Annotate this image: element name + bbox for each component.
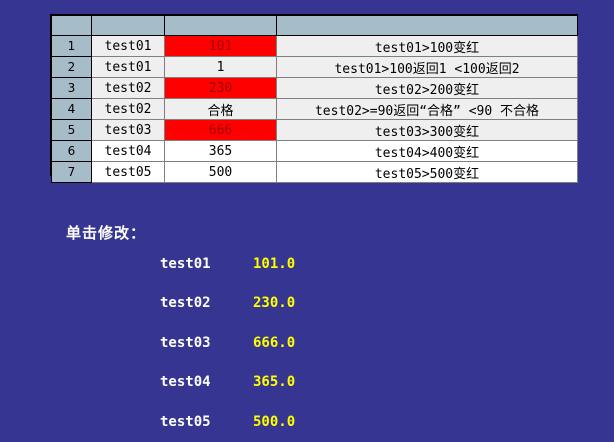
value-cell[interactable]: 500 bbox=[164, 161, 277, 183]
name-cell[interactable]: test02 bbox=[91, 98, 165, 120]
table-row: 7 test05 500 test05>500变红 bbox=[51, 161, 578, 183]
table-row: 1 test01 101 test01>100变红 bbox=[51, 35, 578, 57]
grid-header-row bbox=[51, 15, 578, 36]
edit-item-name: test02 bbox=[160, 295, 211, 311]
edit-item-value[interactable]: 500.0 bbox=[253, 414, 295, 430]
edit-item-value[interactable]: 101.0 bbox=[253, 256, 295, 272]
table-row: 6 test04 365 test04>400变红 bbox=[51, 140, 578, 162]
value-cell[interactable]: 365 bbox=[164, 140, 277, 162]
table-row: 2 test01 1 test01>100返回1 <100返回2 bbox=[51, 56, 578, 78]
edit-item[interactable]: test05 500.0 bbox=[160, 414, 360, 434]
row-number[interactable]: 3 bbox=[51, 77, 92, 99]
value-cell[interactable]: 合格 bbox=[164, 98, 277, 120]
rule-cell[interactable]: test01>100变红 bbox=[276, 35, 578, 57]
name-cell[interactable]: test02 bbox=[91, 77, 165, 99]
data-grid: 1 test01 101 test01>100变红 2 test01 1 tes… bbox=[50, 14, 578, 183]
row-number[interactable]: 1 bbox=[51, 35, 92, 57]
value-cell[interactable]: 1 bbox=[164, 56, 277, 78]
name-cell[interactable]: test01 bbox=[91, 35, 165, 57]
grid-header-value[interactable] bbox=[164, 15, 277, 36]
rule-cell[interactable]: test05>500变红 bbox=[276, 161, 578, 183]
rule-cell[interactable]: test02>=90返回“合格” <90 不合格 bbox=[276, 98, 578, 120]
grid-header-corner[interactable] bbox=[51, 15, 92, 36]
edit-item-name: test04 bbox=[160, 374, 211, 390]
rule-cell[interactable]: test01>100返回1 <100返回2 bbox=[276, 56, 578, 78]
row-number[interactable]: 7 bbox=[51, 161, 92, 183]
edit-item-value[interactable]: 666.0 bbox=[253, 335, 295, 351]
name-cell[interactable]: test03 bbox=[91, 119, 165, 141]
edit-item[interactable]: test02 230.0 bbox=[160, 295, 360, 315]
table-row: 4 test02 合格 test02>=90返回“合格” <90 不合格 bbox=[51, 98, 578, 120]
name-cell[interactable]: test04 bbox=[91, 140, 165, 162]
edit-item-value[interactable]: 230.0 bbox=[253, 295, 295, 311]
grid-table: 1 test01 101 test01>100变红 2 test01 1 tes… bbox=[51, 15, 578, 183]
rule-cell[interactable]: test03>300变红 bbox=[276, 119, 578, 141]
edit-item-name: test01 bbox=[160, 256, 211, 272]
edit-item-name: test03 bbox=[160, 335, 211, 351]
edit-item[interactable]: test03 666.0 bbox=[160, 335, 360, 355]
rule-cell[interactable]: test02>200变红 bbox=[276, 77, 578, 99]
edit-item-name: test05 bbox=[160, 414, 211, 430]
edit-item[interactable]: test04 365.0 bbox=[160, 374, 360, 394]
name-cell[interactable]: test01 bbox=[91, 56, 165, 78]
row-number[interactable]: 6 bbox=[51, 140, 92, 162]
value-cell[interactable]: 230 bbox=[164, 77, 277, 99]
row-number[interactable]: 2 bbox=[51, 56, 92, 78]
grid-header-rule[interactable] bbox=[276, 15, 578, 36]
edit-item[interactable]: test01 101.0 bbox=[160, 256, 360, 276]
grid-header-name[interactable] bbox=[91, 15, 165, 36]
edit-item-value[interactable]: 365.0 bbox=[253, 374, 295, 390]
table-row: 3 test02 230 test02>200变红 bbox=[51, 77, 578, 99]
value-cell[interactable]: 666 bbox=[164, 119, 277, 141]
name-cell[interactable]: test05 bbox=[91, 161, 165, 183]
row-number[interactable]: 5 bbox=[51, 119, 92, 141]
table-row: 5 test03 666 test03>300变红 bbox=[51, 119, 578, 141]
value-cell[interactable]: 101 bbox=[164, 35, 277, 57]
row-number[interactable]: 4 bbox=[51, 98, 92, 120]
edit-panel-title: 单击修改： bbox=[66, 224, 147, 242]
rule-cell[interactable]: test04>400变红 bbox=[276, 140, 578, 162]
